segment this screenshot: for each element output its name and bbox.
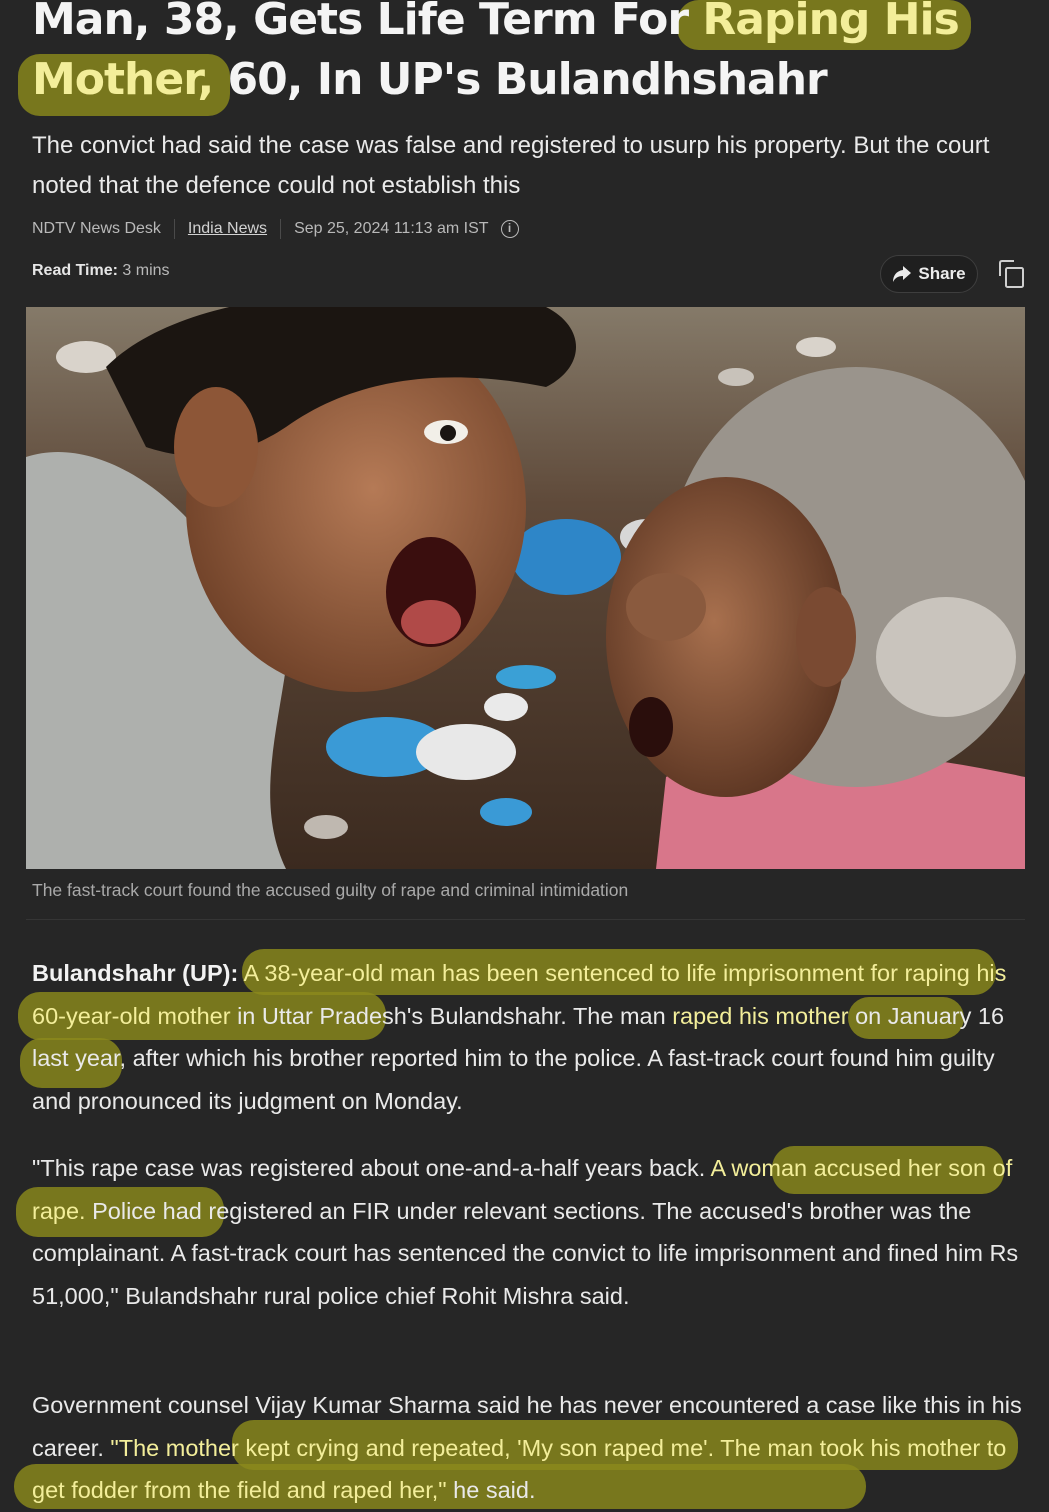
headline: Man, 38, Gets Life Term For Raping His M… bbox=[32, 0, 960, 105]
dateline: Bulandshahr (UP): bbox=[32, 960, 239, 986]
read-time-value: 3 mins bbox=[122, 262, 170, 279]
hero-image bbox=[26, 307, 1025, 869]
article-page: Man, 38, Gets Life Term For Raping His M… bbox=[0, 0, 1049, 1509]
body-paragraph-3: Government counsel Vijay Kumar Sharma sa… bbox=[32, 1392, 1022, 1504]
share-arrow-icon bbox=[893, 266, 912, 282]
copy-icon[interactable] bbox=[997, 259, 1025, 289]
author-name: NDTV News Desk bbox=[32, 220, 161, 237]
read-time: Read Time: 3 mins bbox=[32, 262, 170, 280]
body-paragraph-2: "This rape case was registered about one… bbox=[32, 1155, 1019, 1309]
byline-divider bbox=[173, 219, 175, 239]
timestamp: Sep 25, 2024 11:13 am IST bbox=[294, 220, 489, 237]
hero-illustration bbox=[26, 307, 1025, 869]
read-time-label: Read Time: bbox=[32, 262, 118, 279]
byline: NDTV News Desk India News Sep 25, 2024 1… bbox=[32, 216, 519, 242]
category-link[interactable]: India News bbox=[188, 220, 267, 238]
body-paragraph-1: Bulandshahr (UP): A 38-year-old man has … bbox=[32, 960, 1007, 1114]
share-button[interactable]: Share bbox=[880, 255, 978, 293]
byline-divider bbox=[280, 219, 282, 239]
section-divider bbox=[26, 919, 1025, 920]
share-label: Share bbox=[918, 264, 966, 283]
info-icon[interactable]: i bbox=[500, 220, 519, 238]
image-caption: The fast-track court found the accused g… bbox=[32, 880, 629, 900]
article-dek: The convict had said the case was false … bbox=[32, 132, 990, 199]
